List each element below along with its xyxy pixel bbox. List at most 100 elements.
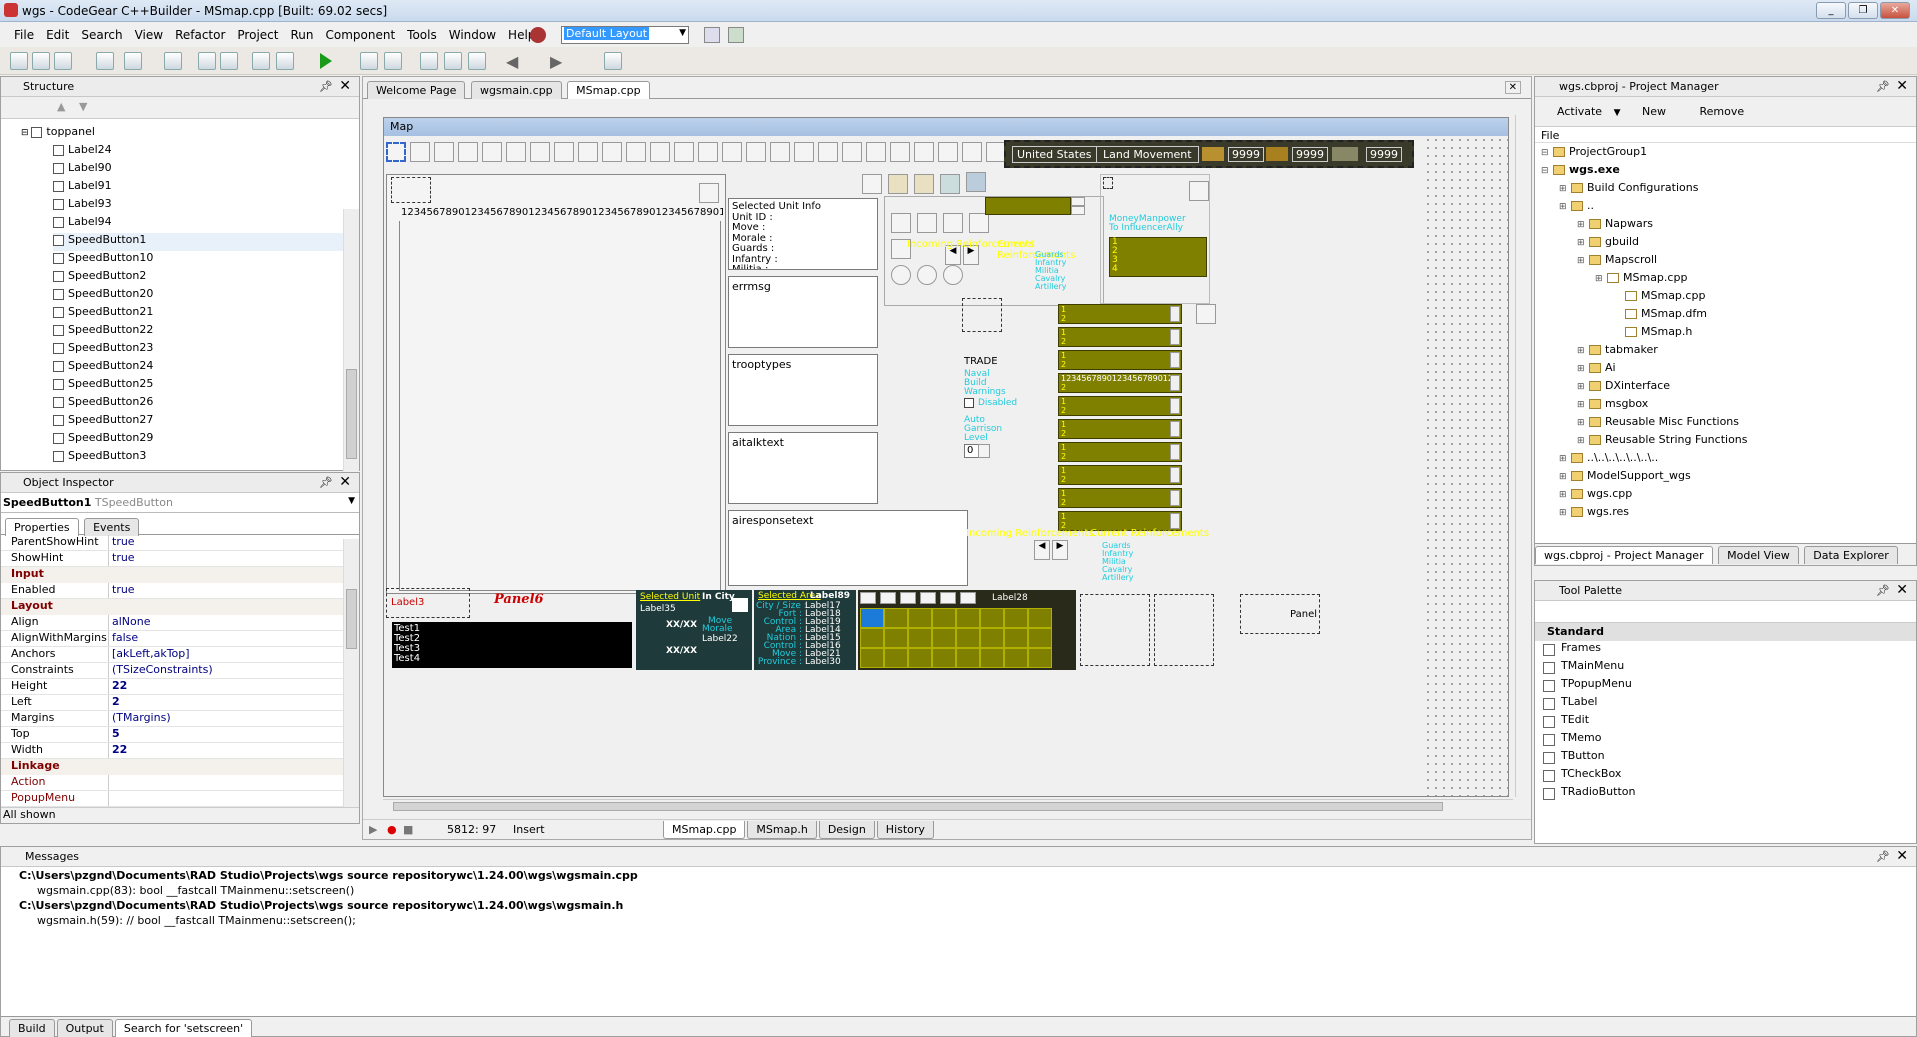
- map-grid-cell[interactable]: [980, 608, 1004, 628]
- pin-icon[interactable]: 📌︎: [319, 476, 333, 489]
- money-button[interactable]: [1189, 181, 1209, 201]
- menu-view[interactable]: View: [129, 24, 169, 46]
- speedbutton[interactable]: [818, 142, 838, 162]
- map-grid-cell[interactable]: [860, 608, 884, 628]
- speedbutton[interactable]: [386, 142, 406, 162]
- olive-side-button[interactable]: [1196, 304, 1216, 324]
- spin-arrows[interactable]: [1170, 467, 1180, 483]
- speedbutton[interactable]: [938, 142, 958, 162]
- speedbutton[interactable]: [890, 142, 910, 162]
- map-grid-cell[interactable]: [1004, 628, 1028, 648]
- property-value[interactable]: true: [109, 551, 135, 566]
- olive-row[interactable]: 12: [1058, 465, 1182, 485]
- tree-item[interactable]: SpeedButton2: [53, 269, 359, 287]
- minimize-button[interactable]: _: [1816, 2, 1846, 19]
- property-value[interactable]: true: [109, 583, 135, 598]
- timer-icon[interactable]: [891, 265, 911, 285]
- map-grid-cell[interactable]: [884, 648, 908, 668]
- property-row[interactable]: Anchors [akLeft,akTop]: [1, 647, 343, 663]
- tab-welcome-page[interactable]: Welcome Page: [367, 81, 466, 99]
- structure-scrollbar[interactable]: [343, 209, 359, 471]
- maximize-button[interactable]: ❐: [1848, 2, 1878, 19]
- property-value[interactable]: 5: [109, 727, 120, 742]
- save-layout-icon[interactable]: [704, 27, 720, 43]
- speedbutton[interactable]: [506, 142, 526, 162]
- property-row[interactable]: Top 5: [1, 727, 343, 743]
- project-tree-item[interactable]: ⊞ wgs.cpp: [1541, 487, 1916, 505]
- spin-down-icon[interactable]: [1071, 206, 1085, 215]
- olive-row[interactable]: 12: [1058, 304, 1182, 324]
- project-tree-item[interactable]: ⊞ gbuild: [1541, 235, 1916, 253]
- project-tree-item[interactable]: ⊞ Ai: [1541, 361, 1916, 379]
- doc-icon-4[interactable]: [969, 213, 989, 233]
- timer-icon-2[interactable]: [917, 265, 937, 285]
- folder-open-icon[interactable]: [914, 174, 934, 194]
- map-button[interactable]: [699, 183, 719, 203]
- map-grid-cell[interactable]: [908, 648, 932, 668]
- speedbutton[interactable]: [866, 142, 886, 162]
- spin-up-icon[interactable]: [1071, 197, 1085, 206]
- speedbutton[interactable]: [842, 142, 862, 162]
- tab-model-view[interactable]: Model View: [1718, 546, 1799, 564]
- project-tree-item[interactable]: ⊟ wgs.exe: [1541, 163, 1916, 181]
- property-row[interactable]: ShowHint true: [1, 551, 343, 567]
- grid-button[interactable]: [860, 592, 876, 604]
- stop-icon[interactable]: ■: [403, 823, 413, 836]
- project-tree-item[interactable]: ⊞ Mapscroll: [1541, 253, 1916, 271]
- expand-icon[interactable]: ⊞: [1577, 346, 1589, 356]
- property-value[interactable]: 22: [109, 743, 127, 758]
- property-value[interactable]: true: [109, 535, 135, 550]
- step-over-icon[interactable]: [444, 52, 462, 70]
- property-row[interactable]: ParentShowHint true: [1, 535, 343, 551]
- project-tree-item[interactable]: ⊞ Reusable String Functions: [1541, 433, 1916, 451]
- editor-vscroll[interactable]: [1515, 115, 1529, 797]
- remove-from-project-icon[interactable]: [276, 52, 294, 70]
- timer-icon-3[interactable]: [943, 265, 963, 285]
- property-value[interactable]: false: [109, 631, 138, 646]
- project-tree-item[interactable]: ⊞ ModelSupport_wgs: [1541, 469, 1916, 487]
- disabled-checkbox[interactable]: [964, 398, 974, 408]
- expand-icon[interactable]: ⊞: [1577, 256, 1589, 266]
- tree-item[interactable]: SpeedButton3: [53, 449, 359, 467]
- project-tree-item[interactable]: ⊞ MSmap.cpp: [1541, 271, 1916, 289]
- tree-item[interactable]: Label94: [53, 215, 359, 233]
- speedbutton[interactable]: [698, 142, 718, 162]
- record-icon[interactable]: ●: [387, 823, 397, 836]
- pin-icon[interactable]: 📌︎: [1876, 80, 1890, 93]
- palette-item[interactable]: TCheckBox: [1535, 767, 1916, 785]
- test-item[interactable]: Test2: [394, 634, 630, 644]
- map-grid-cell[interactable]: [1028, 628, 1052, 648]
- speedbutton[interactable]: [530, 142, 550, 162]
- tab-events[interactable]: Events: [84, 518, 140, 536]
- message-line[interactable]: C:\Users\pzgnd\Documents\RAD Studio\Proj…: [1, 899, 1916, 914]
- airesponsetext-memo[interactable]: airesponsetext: [728, 510, 968, 586]
- close-file-icon[interactable]: [220, 52, 238, 70]
- message-line[interactable]: wgsmain.h(59): // bool __fastcall TMainm…: [1, 914, 1916, 929]
- property-value[interactable]: (TMargins): [109, 711, 171, 726]
- message-line[interactable]: wgsmain.cpp(83): bool __fastcall TMainme…: [1, 884, 1916, 899]
- run-to-cursor-icon[interactable]: [468, 52, 486, 70]
- tree-item[interactable]: SpeedButton29: [53, 431, 359, 449]
- test-item[interactable]: Test1: [394, 624, 630, 634]
- expand-icon[interactable]: ⊞: [1577, 400, 1589, 410]
- tree-item[interactable]: SpeedButton22: [53, 323, 359, 341]
- speedbutton[interactable]: [434, 142, 454, 162]
- close-button[interactable]: ✕: [1880, 2, 1910, 19]
- new-button[interactable]: New: [1642, 105, 1666, 118]
- folder-icon[interactable]: [888, 174, 908, 194]
- palette-item[interactable]: TMainMenu: [1535, 659, 1916, 677]
- tree-item[interactable]: SpeedButton26: [53, 395, 359, 413]
- map-grid-cell[interactable]: [980, 628, 1004, 648]
- level-spin-arrows[interactable]: [978, 444, 990, 458]
- menu-component[interactable]: Component: [319, 24, 401, 46]
- project-tree-item[interactable]: ⊞ Napwars: [1541, 217, 1916, 235]
- save-icon[interactable]: [164, 52, 182, 70]
- component-icon[interactable]: [604, 52, 622, 70]
- spin-arrows[interactable]: [1170, 444, 1180, 460]
- close-icon[interactable]: ✕: [1896, 582, 1908, 598]
- map-grid-cell[interactable]: [1004, 608, 1028, 628]
- grid-button[interactable]: [960, 592, 976, 604]
- speedbutton[interactable]: [602, 142, 622, 162]
- open-icon[interactable]: [32, 52, 50, 70]
- tree-item[interactable]: SpeedButton23: [53, 341, 359, 359]
